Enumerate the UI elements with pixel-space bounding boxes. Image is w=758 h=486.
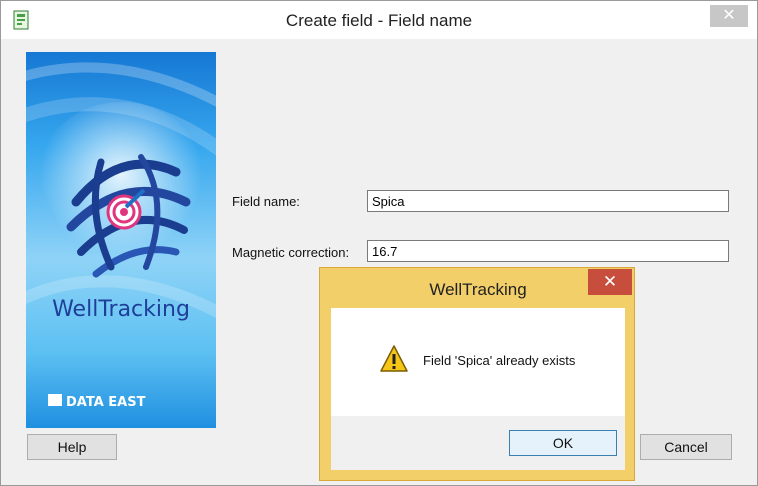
welltracking-banner: WellTracking DATA EAST (26, 52, 216, 428)
dialog-body: Field 'Spica' already exists (331, 308, 625, 416)
warning-icon (380, 345, 408, 372)
close-button[interactable]: ✕ (710, 5, 748, 27)
message-dialog: WellTracking ✕ Field 'Spica' already exi… (319, 267, 635, 481)
dialog-close-button[interactable]: ✕ (588, 269, 632, 295)
title-bar[interactable]: Create field - Field name ✕ (1, 1, 757, 39)
banner-maker-text: DATA EAST (66, 395, 146, 410)
dialog-message: Field 'Spica' already exists (423, 353, 576, 368)
close-icon: ✕ (722, 7, 736, 24)
magnetic-correction-label: Magnetic correction: (232, 245, 350, 260)
banner-brand-text: WellTracking (52, 297, 190, 322)
magnetic-correction-input[interactable]: 16.7 (367, 240, 729, 262)
ok-button[interactable]: OK (509, 430, 617, 456)
dialog-footer: OK (331, 416, 625, 470)
field-name-label: Field name: (232, 194, 300, 209)
cancel-button[interactable]: Cancel (640, 434, 732, 460)
window-title: Create field - Field name (285, 11, 473, 30)
close-icon: ✕ (602, 272, 618, 291)
banner-graphic: WellTracking DATA EAST (26, 52, 216, 428)
help-button[interactable]: Help (27, 434, 117, 460)
data-east-logo-mark (48, 394, 62, 406)
field-name-input[interactable]: Spica (367, 190, 729, 212)
